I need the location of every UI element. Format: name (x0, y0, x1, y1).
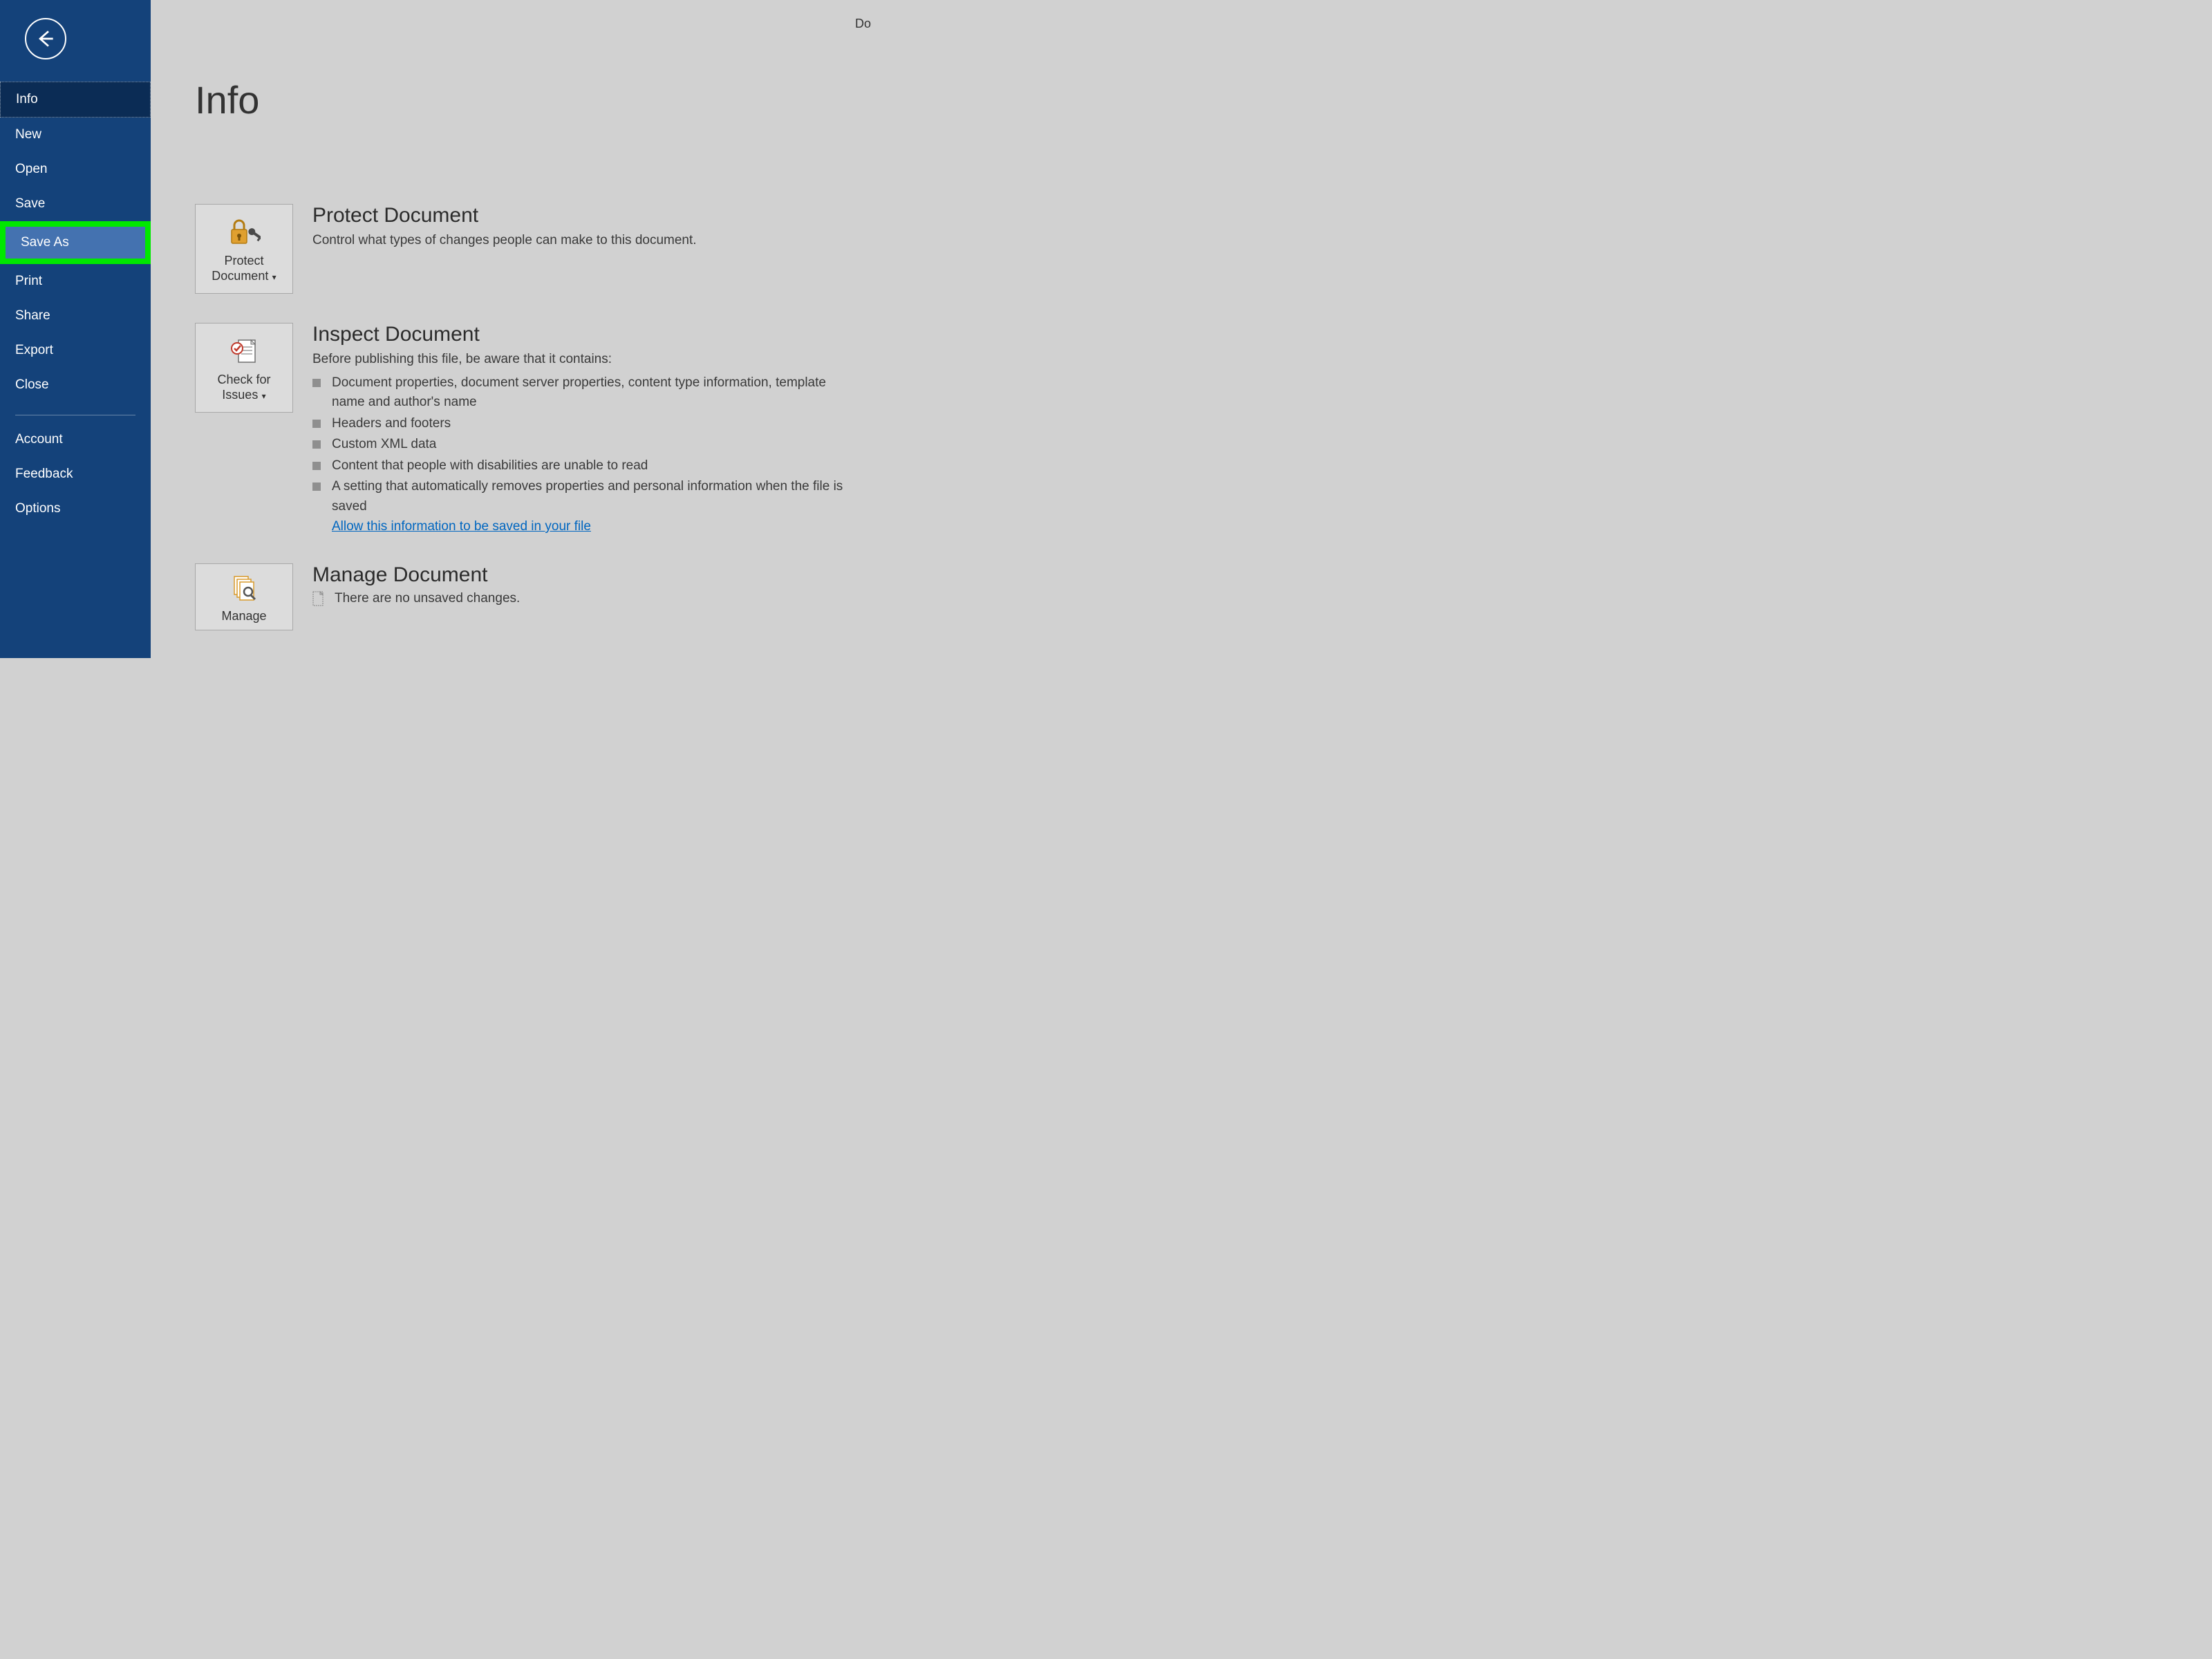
arrow-left-icon (35, 28, 57, 50)
bullet-icon (312, 420, 321, 428)
back-button[interactable] (25, 18, 66, 59)
document-icon (312, 591, 325, 606)
sidebar-item-label: Info (16, 92, 38, 106)
info-sections: Protect Document ▾ Protect Document Cont… (151, 204, 878, 630)
manage-document-button[interactable]: Manage (195, 563, 293, 630)
lock-key-icon (227, 216, 261, 249)
manage-status-row: There are no unsaved changes. (312, 591, 520, 606)
tile-label: Protect Document (212, 254, 268, 283)
inspect-document-body: Inspect Document Before publishing this … (312, 323, 859, 534)
protect-document-button[interactable]: Protect Document ▾ (195, 204, 293, 294)
section-heading: Protect Document (312, 204, 697, 227)
titlebar-fragment: Do (855, 17, 871, 31)
bullet-icon (312, 379, 321, 387)
section-description: Before publishing this file, be aware th… (312, 350, 859, 369)
sidebar-item-feedback[interactable]: Feedback (0, 457, 151, 491)
section-protect-document: Protect Document ▾ Protect Document Cont… (195, 204, 878, 294)
sidebar-item-label: Open (15, 162, 47, 176)
sidebar-nav-list: Info New Open Save Save As Print Share E… (0, 82, 151, 402)
section-manage-document: Manage Manage Document There are no unsa… (195, 563, 878, 630)
list-item: Content that people with disabilities ar… (312, 456, 859, 476)
sidebar-item-account[interactable]: Account (0, 422, 151, 457)
sidebar-item-save[interactable]: Save (0, 187, 151, 221)
sidebar-item-new[interactable]: New (0, 118, 151, 152)
sidebar-item-print[interactable]: Print (0, 264, 151, 299)
sidebar-item-close[interactable]: Close (0, 368, 151, 402)
bullet-icon (312, 440, 321, 449)
sidebar-item-share[interactable]: Share (0, 299, 151, 333)
sidebar-item-options[interactable]: Options (0, 491, 151, 526)
chevron-down-icon: ▾ (259, 391, 265, 401)
sidebar-item-label: Share (15, 308, 50, 323)
issue-text: Custom XML data (332, 435, 436, 455)
sidebar-item-label: Print (15, 274, 42, 288)
manage-status-text: There are no unsaved changes. (335, 591, 520, 606)
sidebar-item-save-as[interactable]: Save As (0, 221, 151, 264)
list-item: Document properties, document server pro… (312, 373, 859, 413)
backstage-view: Info New Open Save Save As Print Share E… (0, 0, 878, 658)
sidebar-item-label: Save As (21, 235, 69, 250)
chevron-down-icon: ▾ (270, 272, 276, 282)
issue-text: Document properties, document server pro… (332, 373, 859, 413)
page-title: Info (195, 77, 878, 122)
list-item: A setting that automatically removes pro… (312, 477, 859, 516)
sidebar-item-export[interactable]: Export (0, 333, 151, 368)
issue-text: Headers and footers (332, 414, 451, 434)
sidebar-item-info[interactable]: Info (0, 82, 151, 118)
sidebar-item-label: Feedback (15, 467, 73, 481)
sidebar-item-label: Close (15, 377, 49, 392)
section-heading: Manage Document (312, 563, 520, 587)
check-for-issues-button[interactable]: Check for Issues ▾ (195, 323, 293, 413)
list-item: Custom XML data (312, 435, 859, 455)
tile-label: Manage (221, 609, 266, 623)
sidebar-item-label: Save (15, 196, 45, 211)
section-inspect-document: Check for Issues ▾ Inspect Document Befo… (195, 323, 878, 534)
protect-document-body: Protect Document Control what types of c… (312, 204, 697, 250)
list-item: Headers and footers (312, 414, 859, 434)
bullet-icon (312, 482, 321, 491)
section-description: Control what types of changes people can… (312, 232, 697, 250)
inspect-issue-list: Document properties, document server pro… (312, 373, 859, 517)
issue-text: Content that people with disabilities ar… (332, 456, 648, 476)
document-check-icon (227, 335, 261, 368)
sidebar-item-label: Export (15, 343, 53, 357)
section-heading: Inspect Document (312, 323, 859, 346)
bullet-icon (312, 462, 321, 470)
allow-save-info-link[interactable]: Allow this information to be saved in yo… (332, 519, 591, 534)
sidebar-item-label: Options (15, 501, 60, 516)
sidebar-item-label: New (15, 127, 41, 142)
sidebar-footer-list: Account Feedback Options (0, 422, 151, 526)
backstage-sidebar: Info New Open Save Save As Print Share E… (0, 0, 151, 658)
document-search-icon (227, 571, 261, 604)
manage-document-body: Manage Document There are no unsaved cha… (312, 563, 520, 606)
backstage-main: Do Info (151, 0, 878, 658)
sidebar-item-open[interactable]: Open (0, 152, 151, 187)
issue-text: A setting that automatically removes pro… (332, 477, 859, 516)
sidebar-item-label: Account (15, 432, 63, 447)
